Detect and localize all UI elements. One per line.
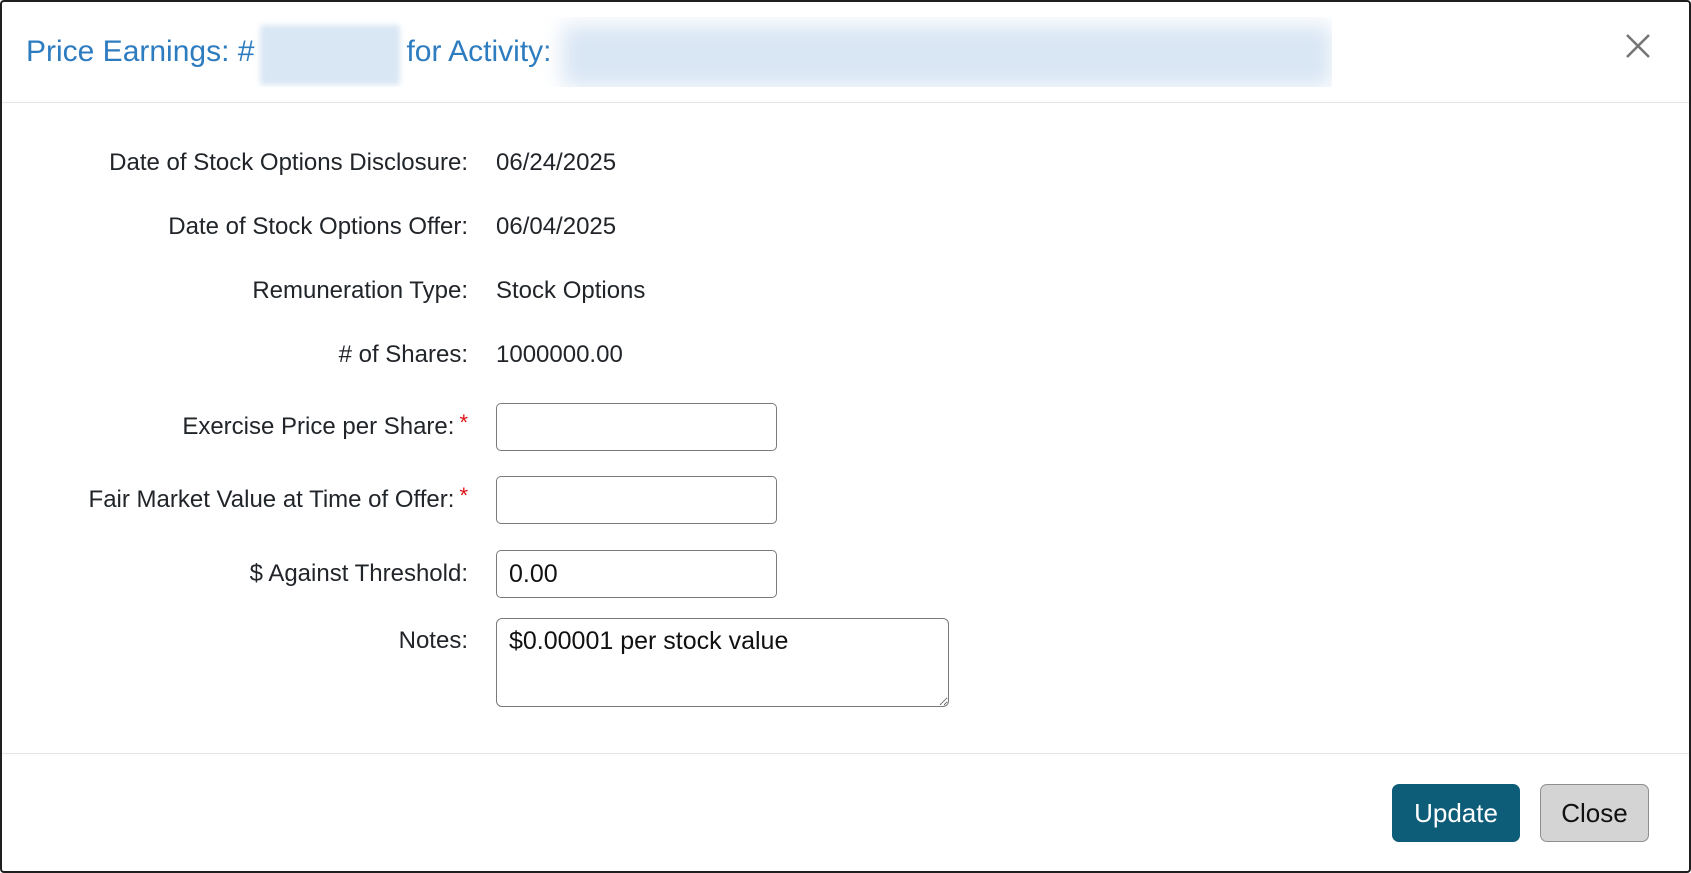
field-row-num-shares: # of Shares: 1000000.00	[2, 340, 1689, 370]
field-label: Notes:	[2, 618, 468, 656]
field-label: Fair Market Value at Time of Offer:*	[2, 485, 468, 515]
field-row-fair-market-value: Fair Market Value at Time of Offer:*	[2, 476, 1689, 524]
dialog-body: Date of Stock Options Disclosure: 06/24/…	[2, 103, 1689, 753]
title-prefix: Price Earnings: #	[26, 35, 254, 69]
field-row-offer-date: Date of Stock Options Offer: 06/04/2025	[2, 212, 1689, 242]
exercise-price-input[interactable]	[496, 403, 777, 451]
field-label: $ Against Threshold:	[2, 559, 468, 589]
notes-textarea[interactable]: $0.00001 per stock value	[496, 618, 949, 707]
field-label: Exercise Price per Share:*	[2, 412, 468, 442]
field-row-remuneration-type: Remuneration Type: Stock Options	[2, 276, 1689, 306]
field-row-disclosure-date: Date of Stock Options Disclosure: 06/24/…	[2, 148, 1689, 178]
field-value: 06/04/2025	[496, 212, 616, 242]
field-row-exercise-price: Exercise Price per Share:*	[2, 403, 1689, 451]
price-earnings-dialog: Price Earnings: # for Activity: Date of …	[0, 0, 1691, 873]
field-label: Date of Stock Options Disclosure:	[2, 148, 468, 178]
field-label: Remuneration Type:	[2, 276, 468, 306]
dialog-header: Price Earnings: # for Activity:	[2, 2, 1689, 103]
redacted-earnings-id	[260, 25, 400, 85]
close-x-icon	[1622, 30, 1654, 65]
required-asterisk: *	[459, 483, 468, 508]
field-row-notes: Notes: $0.00001 per stock value	[2, 618, 1689, 707]
dialog-footer: Update Close	[2, 753, 1689, 869]
field-value: 1000000.00	[496, 340, 623, 370]
required-asterisk: *	[459, 410, 468, 435]
close-dialog-button[interactable]	[1621, 30, 1655, 64]
against-threshold-input[interactable]	[496, 550, 777, 598]
field-value: 06/24/2025	[496, 148, 616, 178]
redacted-activity-name	[562, 25, 1332, 87]
field-label: Date of Stock Options Offer:	[2, 212, 468, 242]
field-label: # of Shares:	[2, 340, 468, 370]
update-button[interactable]: Update	[1392, 784, 1520, 842]
close-button[interactable]: Close	[1540, 784, 1649, 842]
fair-market-value-input[interactable]	[496, 476, 777, 524]
field-value: Stock Options	[496, 276, 645, 306]
field-row-against-threshold: $ Against Threshold:	[2, 550, 1689, 598]
dialog-title: Price Earnings: # for Activity:	[26, 17, 1332, 87]
title-connector: for Activity:	[406, 35, 551, 69]
